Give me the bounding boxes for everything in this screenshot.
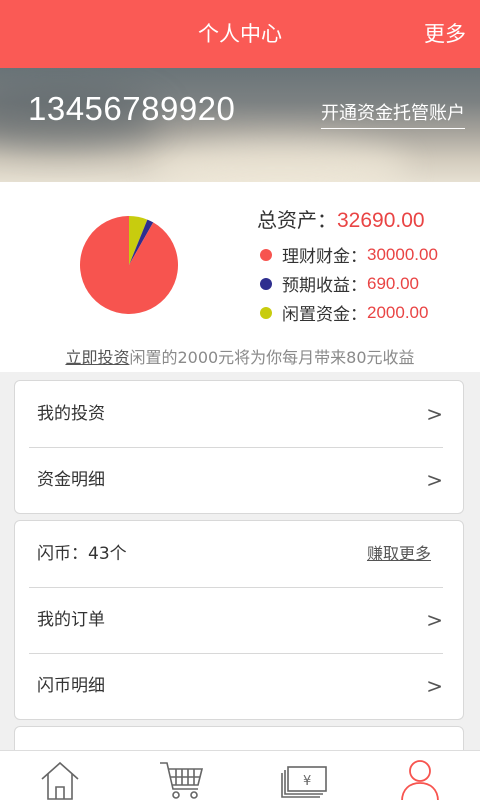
promo-line: 立即投资闲置的2000元将为你每月带来80元收益 <box>0 344 480 368</box>
open-custody-account-link[interactable]: 开通资金托管账户 <box>321 99 465 129</box>
chevron-right-icon: > <box>426 468 443 492</box>
phone-number: 13456789920 <box>28 90 236 127</box>
asset-pie-chart <box>80 216 178 314</box>
tab-finance[interactable]: ¥ <box>240 755 360 800</box>
pie-slice-0 <box>80 216 178 314</box>
earn-more-link[interactable]: 赚取更多 <box>367 521 431 587</box>
fund-details-item[interactable]: 资金明细 > <box>15 447 463 513</box>
my-orders-item[interactable]: 我的订单 > <box>15 587 463 653</box>
user-icon <box>401 760 439 800</box>
page-title: 个人中心 <box>198 22 282 46</box>
investment-card: 我的投资 > 资金明细 > <box>14 380 464 514</box>
legend-label: 闲置资金： <box>282 305 367 325</box>
tab-mall[interactable] <box>120 755 240 800</box>
promo-text: 闲置的2000元将为你每月带来80元收益 <box>129 348 415 367</box>
coins-card: 闪币：43个 赚取更多 我的订单 > 闪币明细 > <box>14 520 464 720</box>
total-assets: 总资产：32690.00 <box>257 204 425 233</box>
legend-dot <box>260 306 272 319</box>
legend-dot <box>260 277 272 290</box>
legend-value: 30000.00 <box>367 244 438 264</box>
total-assets-label: 总资产： <box>257 208 337 232</box>
asset-legend: 理财财金： 30000.00 预期收益： 690.00 闲置资金： 2000.0… <box>257 240 438 327</box>
coins-row: 闪币：43个 赚取更多 <box>15 521 463 587</box>
coin-details-item[interactable]: 闪币明细 > <box>15 653 463 719</box>
legend-value: 2000.00 <box>367 302 429 322</box>
legend-label: 理财财金： <box>282 247 367 267</box>
my-investments-item[interactable]: 我的投资 > <box>15 381 463 447</box>
chevron-right-icon: > <box>426 674 443 698</box>
menu-item-label: 我的订单 <box>37 610 105 630</box>
chevron-right-icon: > <box>426 608 443 632</box>
legend-item: 预期收益： 690.00 <box>257 269 438 298</box>
total-assets-value: 32690.00 <box>337 209 425 232</box>
cart-icon <box>160 762 204 799</box>
tab-profile[interactable] <box>360 755 480 800</box>
menu-item-label: 我的投资 <box>37 404 105 424</box>
svg-text:¥: ¥ <box>303 774 311 789</box>
invest-now-link[interactable]: 立即投资 <box>65 348 129 367</box>
legend-item: 理财财金： 30000.00 <box>257 240 438 269</box>
legend-label: 预期收益： <box>282 276 367 296</box>
money-icon: ¥ <box>281 766 327 798</box>
legend-item: 闲置资金： 2000.00 <box>257 298 438 327</box>
tab-home[interactable] <box>0 755 120 800</box>
legend-value: 690.00 <box>367 273 419 293</box>
chevron-right-icon: > <box>426 402 443 426</box>
coins-balance: 闪币：43个 <box>37 544 127 564</box>
header-bar: 个人中心 更多 <box>0 0 480 68</box>
bottom-tab-bar: ¥ <box>0 750 480 800</box>
home-icon <box>41 761 79 800</box>
more-button[interactable]: 更多 <box>424 0 466 68</box>
assets-panel: 总资产：32690.00 理财财金： 30000.00 预期收益： 690.00… <box>0 182 480 372</box>
legend-dot <box>260 248 272 261</box>
menu-item-label: 资金明细 <box>37 470 105 490</box>
account-banner: 13456789920 开通资金托管账户 <box>0 68 480 182</box>
menu-item-label: 闪币明细 <box>37 676 105 696</box>
